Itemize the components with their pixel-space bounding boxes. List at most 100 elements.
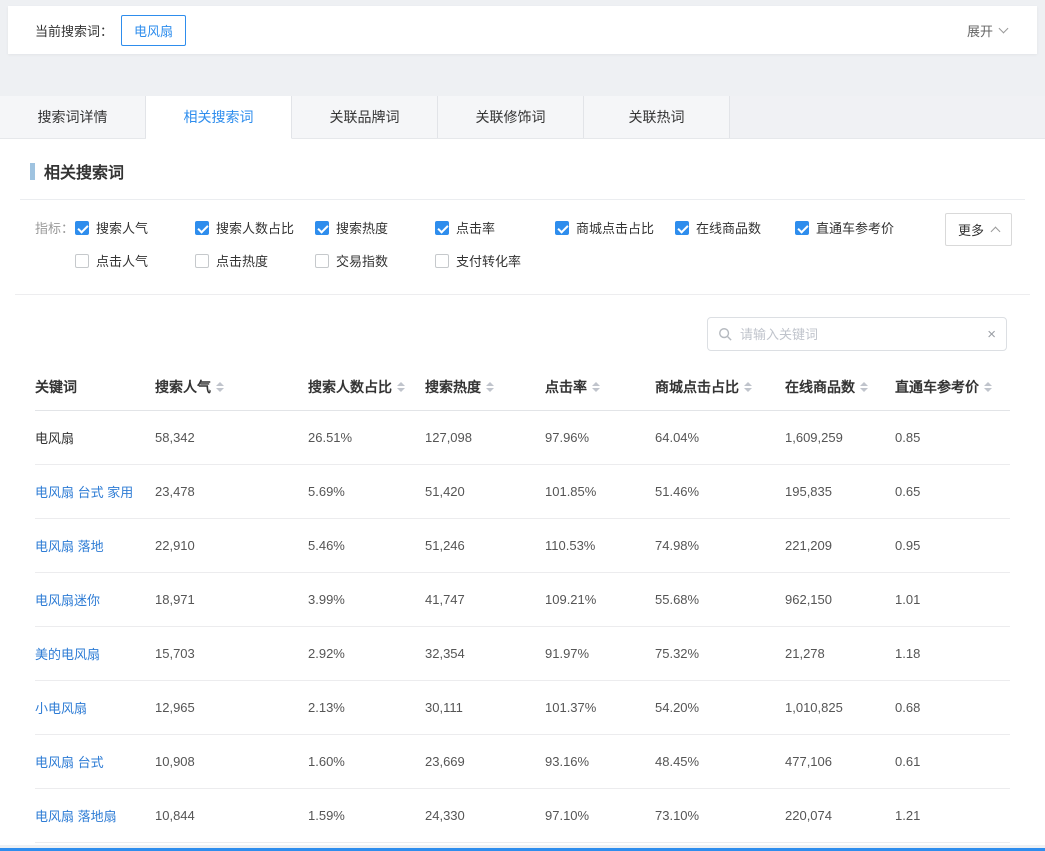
expand-button[interactable]: 展开 — [967, 21, 1007, 40]
sort-icon[interactable] — [216, 382, 224, 392]
cell-商城点击占比: 73.10% — [655, 808, 785, 823]
keyword-link[interactable]: 电风扇 台式 家用 — [35, 482, 155, 501]
cell-商城点击占比: 51.46% — [655, 484, 785, 499]
cell-商城点击占比: 64.04% — [655, 430, 785, 445]
current-search-bar: 当前搜索词： 电风扇 展开 — [8, 6, 1037, 54]
clear-icon[interactable]: × — [987, 327, 996, 342]
cell-点击率: 101.85% — [545, 484, 655, 499]
cell-点击率: 93.16% — [545, 754, 655, 769]
cell-搜索人气: 12,965 — [155, 700, 308, 715]
keyword-link[interactable]: 电风扇 落地扇 — [35, 806, 155, 825]
tab-关联修饰词[interactable]: 关联修饰词 — [438, 96, 584, 138]
cell-搜索热度: 24,330 — [425, 808, 545, 823]
keyword-tag[interactable]: 电风扇 — [121, 15, 186, 46]
cell-搜索人数占比: 1.60% — [308, 754, 425, 769]
section-header: 相关搜索词 — [20, 139, 1025, 200]
keyword-link[interactable]: 小电风扇 — [35, 698, 155, 717]
tab-相关搜索词[interactable]: 相关搜索词 — [146, 96, 292, 139]
checkbox-checked-icon[interactable] — [195, 221, 209, 235]
cell-商城点击占比: 55.68% — [655, 592, 785, 607]
column-header-搜索热度[interactable]: 搜索热度 — [425, 377, 545, 397]
metric-label: 点击热度 — [216, 251, 268, 270]
checkbox-checked-icon[interactable] — [795, 221, 809, 235]
filter-row-2-items: 点击人气 点击热度 交易指数 支付转化率 — [75, 251, 555, 270]
metric-checkbox-在线商品数[interactable]: 在线商品数 — [675, 218, 795, 237]
metric-checkbox-支付转化率[interactable]: 支付转化率 — [435, 251, 555, 270]
keyword-link[interactable]: 电风扇 落地 — [35, 536, 155, 555]
cell-直通车参考价: 1.21 — [895, 808, 1010, 823]
cell-搜索热度: 23,669 — [425, 754, 545, 769]
tab-关联热词[interactable]: 关联热词 — [584, 96, 730, 138]
checkbox-checked-icon[interactable] — [675, 221, 689, 235]
sort-icon[interactable] — [486, 382, 494, 392]
checkbox-unchecked-icon[interactable] — [75, 254, 89, 268]
keyword-text: 电风扇 — [35, 428, 155, 447]
metric-checkbox-搜索热度[interactable]: 搜索热度 — [315, 218, 435, 237]
cell-搜索热度: 127,098 — [425, 430, 545, 445]
results-table: 关键词 搜索人气搜索人数占比搜索热度点击率商城点击占比 在线商品数 直通车参考价 电风… — [35, 363, 1010, 843]
cell-直通车参考价: 0.65 — [895, 484, 1010, 499]
keyword-search-input[interactable] — [740, 327, 979, 342]
keyword-link[interactable]: 美的电风扇 — [35, 644, 155, 663]
sort-icon[interactable] — [860, 382, 868, 392]
column-label: 在线商品数 — [785, 377, 855, 397]
column-header-搜索人数占比[interactable]: 搜索人数占比 — [308, 377, 425, 397]
column-header-在线商品数[interactable]: 在线商品数 — [785, 377, 895, 397]
checkbox-checked-icon[interactable] — [555, 221, 569, 235]
column-label: 商城点击占比 — [655, 377, 739, 397]
checkbox-unchecked-icon[interactable] — [315, 254, 329, 268]
more-button[interactable]: 更多 — [945, 213, 1012, 246]
column-header-搜索人气[interactable]: 搜索人气 — [155, 377, 308, 397]
checkbox-unchecked-icon[interactable] — [435, 254, 449, 268]
tab-bar: 搜索词详情相关搜索词关联品牌词关联修饰词关联热词 — [0, 96, 1045, 139]
metric-checkbox-点击率[interactable]: 点击率 — [435, 218, 555, 237]
chevron-up-icon — [991, 227, 1001, 237]
sort-icon[interactable] — [744, 382, 752, 392]
metric-label: 点击人气 — [96, 251, 148, 270]
table-row: 电风扇 台式10,9081.60%23,66993.16%48.45%477,1… — [35, 735, 1010, 789]
cell-在线商品数: 1,010,825 — [785, 700, 895, 715]
metric-label: 搜索人气 — [96, 218, 148, 237]
cell-搜索人数占比: 26.51% — [308, 430, 425, 445]
cell-点击率: 101.37% — [545, 700, 655, 715]
cell-在线商品数: 1,609,259 — [785, 430, 895, 445]
metric-checkbox-直通车参考价[interactable]: 直通车参考价 — [795, 218, 915, 237]
keyword-link[interactable]: 电风扇 台式 — [35, 752, 155, 771]
table-row: 电风扇58,34226.51%127,09897.96%64.04%1,609,… — [35, 411, 1010, 465]
cell-点击率: 97.10% — [545, 808, 655, 823]
column-header-点击率[interactable]: 点击率 — [545, 377, 655, 397]
cell-点击率: 109.21% — [545, 592, 655, 607]
keyword-link[interactable]: 电风扇迷你 — [35, 590, 155, 609]
metric-label: 交易指数 — [336, 251, 388, 270]
more-label: 更多 — [958, 220, 984, 239]
cell-搜索人气: 10,844 — [155, 808, 308, 823]
metric-label: 点击率 — [456, 218, 495, 237]
sort-icon[interactable] — [984, 382, 992, 392]
page-title: 相关搜索词 — [44, 159, 124, 183]
metric-checkbox-交易指数[interactable]: 交易指数 — [315, 251, 435, 270]
sort-icon[interactable] — [592, 382, 600, 392]
metric-checkbox-搜索人气[interactable]: 搜索人气 — [75, 218, 195, 237]
checkbox-checked-icon[interactable] — [435, 221, 449, 235]
metric-checkbox-商城点击占比[interactable]: 商城点击占比 — [555, 218, 675, 237]
checkbox-unchecked-icon[interactable] — [195, 254, 209, 268]
tab-搜索词详情[interactable]: 搜索词详情 — [0, 96, 146, 138]
cell-搜索热度: 32,354 — [425, 646, 545, 661]
search-box[interactable]: × — [707, 317, 1007, 351]
column-header-商城点击占比[interactable]: 商城点击占比 — [655, 377, 785, 397]
metric-checkbox-点击热度[interactable]: 点击热度 — [195, 251, 315, 270]
sort-icon[interactable] — [397, 382, 405, 392]
cell-在线商品数: 21,278 — [785, 646, 895, 661]
column-header-直通车参考价[interactable]: 直通车参考价 — [895, 377, 1010, 397]
tab-关联品牌词[interactable]: 关联品牌词 — [292, 96, 438, 138]
cell-搜索人数占比: 3.99% — [308, 592, 425, 607]
checkbox-checked-icon[interactable] — [315, 221, 329, 235]
checkbox-checked-icon[interactable] — [75, 221, 89, 235]
filter-row-1: 指标： 搜索人气搜索人数占比搜索热度点击率商城点击占比在线商品数直通车参考价 — [35, 218, 1010, 237]
table-body: 电风扇58,34226.51%127,09897.96%64.04%1,609,… — [35, 411, 1010, 843]
column-label: 关键词 — [35, 377, 77, 397]
metric-checkbox-点击人气[interactable]: 点击人气 — [75, 251, 195, 270]
filter-row-1-items: 搜索人气 搜索人数占比搜索热度 点击率 商城点击占比在线商品数直通车参考价 — [75, 218, 915, 237]
metric-checkbox-搜索人数占比[interactable]: 搜索人数占比 — [195, 218, 315, 237]
table-row: 电风扇 台式 家用23,4785.69%51,420101.85%51.46%1… — [35, 465, 1010, 519]
